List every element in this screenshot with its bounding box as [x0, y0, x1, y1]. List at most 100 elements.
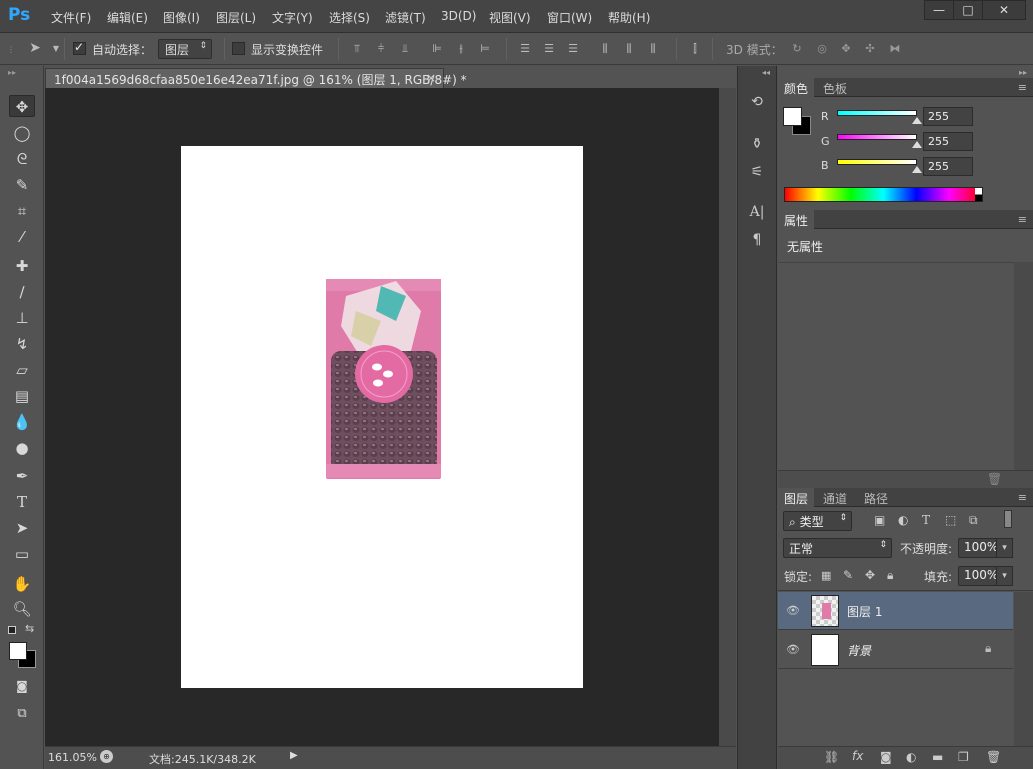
- trash-icon[interactable]: 🗑︎: [987, 472, 1002, 486]
- red-slider-thumb[interactable]: [912, 117, 922, 124]
- filter-toggle-switch[interactable]: [1004, 510, 1012, 528]
- tab-swatches[interactable]: 色板: [817, 78, 853, 97]
- align-vcenter-icon[interactable]: ⫩: [374, 42, 388, 55]
- align-left-icon[interactable]: ⊫: [430, 42, 444, 55]
- tab-layers[interactable]: 图层: [778, 488, 815, 507]
- move-tool-preset-icon[interactable]: ➤: [24, 41, 46, 55]
- opacity-field[interactable]: 100%: [958, 538, 1000, 558]
- brush-icon[interactable]: ∕: [9, 281, 35, 303]
- healing-brush-icon[interactable]: ✚: [9, 255, 35, 277]
- close-tab-icon[interactable]: ×: [426, 71, 436, 85]
- filter-type-icon[interactable]: T: [922, 513, 930, 527]
- show-transform-checkbox[interactable]: [232, 42, 245, 55]
- layer-name[interactable]: 图层 1: [847, 603, 882, 620]
- status-menu-arrow-icon[interactable]: ▶: [290, 750, 298, 761]
- collapse-icon[interactable]: ▸▸: [8, 68, 16, 77]
- foreground-color-swatch[interactable]: [9, 642, 27, 660]
- panel-menu-icon[interactable]: ≡: [1018, 491, 1027, 504]
- history-brush-icon[interactable]: ↯: [9, 333, 35, 355]
- distribute-bottom-icon[interactable]: ☰: [566, 42, 580, 55]
- type-tool-icon[interactable]: T: [9, 491, 35, 513]
- opacity-dropdown-button[interactable]: ▾: [996, 538, 1013, 558]
- move-tool-icon[interactable]: ✥: [9, 95, 35, 117]
- chevron-down-icon[interactable]: ▼: [49, 42, 63, 55]
- eraser-icon[interactable]: ▱: [9, 359, 35, 381]
- delete-layer-icon[interactable]: 🗑︎: [986, 750, 1001, 764]
- screen-mode-icon[interactable]: ⧉: [9, 703, 35, 725]
- hand-tool-icon[interactable]: ✋: [9, 573, 35, 595]
- auto-select-target-dropdown[interactable]: 图层 ⇕: [158, 39, 212, 59]
- 3d-pan-icon[interactable]: ✥: [838, 42, 854, 55]
- blend-mode-dropdown[interactable]: 正常 ⇕: [783, 538, 892, 558]
- blue-slider[interactable]: [837, 159, 917, 165]
- distribute-hcenter-icon[interactable]: ⫼: [622, 42, 636, 55]
- 3d-scale-icon[interactable]: ⧓: [886, 42, 904, 55]
- 3d-slide-icon[interactable]: ✣: [862, 42, 878, 55]
- tab-paths[interactable]: 路径: [858, 488, 894, 507]
- adjustment-layer-icon[interactable]: ◐: [906, 750, 916, 764]
- blue-slider-thumb[interactable]: [912, 166, 922, 173]
- dodge-icon[interactable]: ●: [9, 437, 35, 459]
- align-top-icon[interactable]: ⫪: [350, 42, 364, 55]
- quick-selection-icon[interactable]: ✎: [9, 174, 35, 196]
- menu-type[interactable]: 文字(Y): [272, 9, 313, 26]
- menu-3d[interactable]: 3D(D): [441, 9, 476, 23]
- layers-scrollbar[interactable]: [1014, 592, 1033, 746]
- fill-field[interactable]: 100%: [958, 566, 1000, 586]
- menu-filter[interactable]: 滤镜(T): [385, 9, 426, 26]
- menu-image[interactable]: 图像(I): [163, 9, 200, 26]
- menu-window[interactable]: 窗口(W): [547, 9, 592, 26]
- layer-filter-dropdown[interactable]: ⌕ 类型 ⇕: [783, 511, 852, 531]
- lock-position-icon[interactable]: ✥: [865, 568, 875, 582]
- link-layers-icon[interactable]: ⛓: [824, 750, 839, 764]
- color-spectrum-ramp[interactable]: [784, 187, 983, 202]
- layer-row-background[interactable]: 👁︎ 背景 🔒︎: [778, 631, 1013, 669]
- crop-icon[interactable]: ⌗: [9, 200, 35, 222]
- fill-dropdown-button[interactable]: ▾: [996, 566, 1013, 586]
- elliptical-marquee-icon[interactable]: ◯: [9, 122, 35, 144]
- lock-all-icon[interactable]: 🔒︎: [887, 568, 893, 583]
- menu-help[interactable]: 帮助(H): [608, 9, 650, 26]
- align-hcenter-icon[interactable]: ⫲: [454, 42, 468, 55]
- zoom-level[interactable]: 161.05%: [48, 751, 97, 764]
- distribute-right-icon[interactable]: ⫼: [646, 42, 660, 55]
- align-right-icon[interactable]: ⊨: [478, 42, 492, 55]
- pen-icon[interactable]: ✒: [9, 465, 35, 487]
- swap-colors-icon[interactable]: ⇆: [25, 622, 34, 635]
- blue-value-field[interactable]: 255: [923, 157, 973, 176]
- new-layer-icon[interactable]: ❐: [958, 750, 969, 764]
- black-white-ramp[interactable]: [975, 188, 982, 201]
- menu-layer[interactable]: 图层(L): [216, 9, 256, 26]
- character-panel-icon[interactable]: A|: [746, 202, 768, 222]
- panel-menu-icon[interactable]: ≡: [1018, 213, 1027, 226]
- menu-select[interactable]: 选择(S): [329, 9, 370, 26]
- collapse-panels-icon[interactable]: ▸▸: [1019, 68, 1027, 77]
- history-panel-icon[interactable]: ⟲: [746, 92, 768, 112]
- filter-pixel-icon[interactable]: ▣: [874, 513, 885, 527]
- red-slider[interactable]: [837, 110, 917, 116]
- document-tab[interactable]: 1f004a1569d68cfaa850e16e42ea71f.jpg @ 16…: [45, 68, 467, 88]
- properties-scrollbar[interactable]: [1014, 262, 1033, 470]
- layer-row-layer1[interactable]: 👁︎ 图层 1: [778, 592, 1013, 630]
- expand-icon[interactable]: ◂◂: [762, 68, 770, 77]
- filter-shape-icon[interactable]: ⬚: [945, 513, 956, 527]
- quick-mask-icon[interactable]: ◙: [9, 675, 35, 697]
- clone-stamp-icon[interactable]: ⊥: [9, 307, 35, 329]
- 3d-rotate-icon[interactable]: ↻: [789, 42, 805, 55]
- lock-image-icon[interactable]: ✎: [843, 568, 853, 582]
- document-canvas[interactable]: [181, 146, 583, 688]
- red-value-field[interactable]: 255: [923, 107, 973, 126]
- vertical-scrollbar[interactable]: [719, 88, 736, 746]
- tab-properties[interactable]: 属性: [778, 210, 815, 229]
- distribute-left-icon[interactable]: ⫼: [598, 42, 612, 55]
- brush-panel-icon[interactable]: ⚟: [746, 162, 768, 182]
- filter-adjustment-icon[interactable]: ◐: [898, 513, 908, 527]
- zoom-tool-icon[interactable]: 🔍︎: [9, 598, 35, 620]
- color-panel-fg-swatch[interactable]: [783, 107, 802, 126]
- align-bottom-icon[interactable]: ⫫: [398, 42, 412, 55]
- panel-menu-icon[interactable]: ≡: [1018, 81, 1027, 94]
- auto-align-icon[interactable]: ⫿: [688, 42, 702, 55]
- close-window-button[interactable]: ✕: [982, 0, 1026, 20]
- maximize-button[interactable]: □: [953, 0, 983, 20]
- layer-name[interactable]: 背景: [847, 642, 871, 659]
